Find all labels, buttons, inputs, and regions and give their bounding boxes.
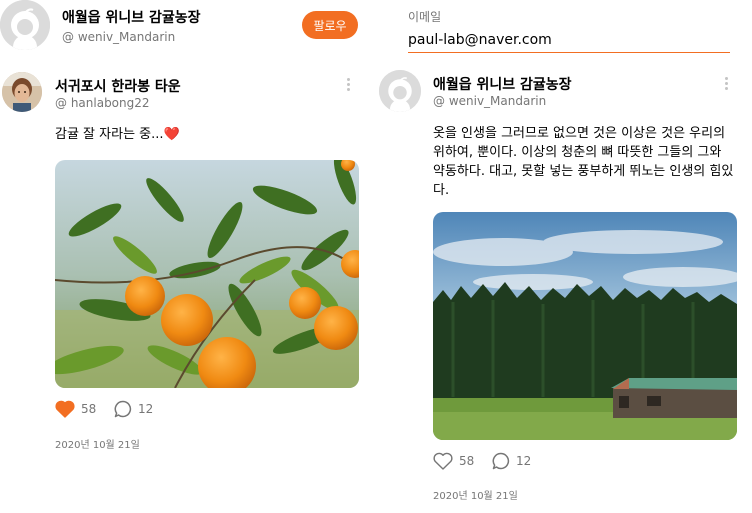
more-options-button[interactable] [347, 78, 353, 94]
profile-avatar[interactable] [0, 0, 50, 50]
more-vertical-icon [725, 77, 728, 80]
email-label: 이메일 [408, 10, 442, 24]
like-button[interactable]: 58 [55, 400, 96, 418]
like-count: 58 [459, 454, 475, 468]
post-image-tangerines[interactable] [55, 160, 359, 388]
comment-button[interactable]: 12 [492, 452, 531, 470]
profile-handle: @ weniv_Mandarin [62, 30, 176, 44]
comment-icon [492, 452, 510, 470]
comment-count: 12 [516, 454, 532, 468]
post-author-avatar[interactable] [2, 72, 42, 112]
more-options-button[interactable] [725, 77, 731, 93]
comment-count: 12 [138, 402, 154, 416]
post-author-handle: @ hanlabong22 [55, 96, 150, 110]
default-avatar-icon [379, 70, 421, 112]
post-text: 옷을 인생을 그러므로 없으면 것은 이상은 것은 우리의 위하여, 뿐이다. … [433, 126, 734, 198]
post-image-forest-house[interactable] [433, 212, 737, 440]
post-date: 2020년 10월 21일 [433, 491, 518, 502]
profile-name[interactable]: 애월읍 위니브 감귤농장 [62, 7, 201, 27]
post-date: 2020년 10월 21일 [55, 440, 140, 451]
post-author-handle: @ weniv_Mandarin [433, 94, 547, 108]
like-button[interactable]: 58 [433, 452, 474, 470]
default-avatar-icon [0, 0, 50, 50]
comment-button[interactable]: 12 [114, 400, 153, 418]
follow-button[interactable]: 팔로우 [302, 11, 358, 39]
author-photo [2, 72, 42, 112]
like-count: 58 [81, 402, 97, 416]
post-text: 감귤 잘 자라는 중...❤️ [55, 127, 180, 142]
post-author-avatar[interactable] [379, 70, 421, 112]
post-author-name[interactable]: 서귀포시 한라봉 타운 [55, 76, 181, 96]
more-vertical-icon [347, 78, 350, 81]
heart-icon [433, 452, 453, 470]
heart-icon [55, 400, 75, 418]
post-author-name[interactable]: 애월읍 위니브 감귤농장 [433, 74, 572, 94]
comment-icon [114, 400, 132, 418]
email-input[interactable] [408, 28, 730, 53]
